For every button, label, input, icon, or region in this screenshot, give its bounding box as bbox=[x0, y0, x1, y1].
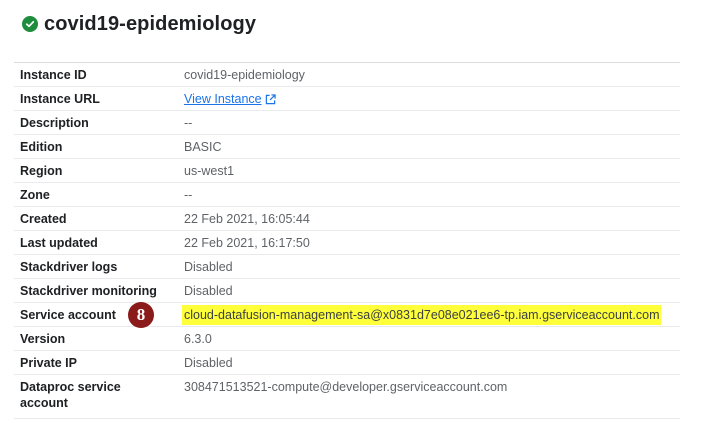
detail-label: Dataproc service account bbox=[20, 380, 121, 410]
detail-label: Description bbox=[20, 116, 89, 130]
service-account-email: cloud-datafusion-management-sa@x0831d7e0… bbox=[182, 305, 662, 325]
detail-label: Stackdriver monitoring bbox=[20, 284, 157, 298]
detail-row-description: Description -- bbox=[14, 111, 680, 135]
detail-value: Disabled bbox=[184, 260, 233, 274]
detail-row-last-updated: Last updated 22 Feb 2021, 16:17:50 bbox=[14, 231, 680, 255]
detail-row-zone: Zone -- bbox=[14, 183, 680, 207]
detail-value: 308471513521-compute@developer.gservicea… bbox=[184, 380, 508, 394]
detail-value: 22 Feb 2021, 16:05:44 bbox=[184, 212, 310, 226]
detail-label: Edition bbox=[20, 140, 63, 154]
detail-value: -- bbox=[184, 116, 193, 130]
detail-row-service-account: Service account 8 cloud-datafusion-manag… bbox=[14, 302, 680, 328]
view-instance-link[interactable]: View Instance bbox=[184, 92, 262, 106]
open-in-new-icon[interactable] bbox=[265, 93, 276, 109]
detail-row-private-ip: Private IP Disabled bbox=[14, 351, 680, 375]
detail-row-stackdriver-logs: Stackdriver logs Disabled bbox=[14, 255, 680, 279]
detail-value: cloud-datafusion-management-sa@x0831d7e0… bbox=[178, 303, 680, 325]
detail-value: Disabled bbox=[184, 284, 233, 298]
detail-row-region: Region us-west1 bbox=[14, 159, 680, 183]
step-marker-badge: 8 bbox=[128, 302, 154, 328]
detail-row-stackdriver-monitoring: Stackdriver monitoring Disabled bbox=[14, 279, 680, 303]
detail-label: Created bbox=[20, 212, 67, 226]
detail-label-text: Service account bbox=[20, 308, 116, 322]
page-title: covid19-epidemiology bbox=[44, 12, 257, 35]
detail-row-instance-id: Instance ID covid19-epidemiology bbox=[14, 63, 680, 87]
detail-value: covid19-epidemiology bbox=[184, 68, 305, 82]
detail-value: View Instance bbox=[178, 87, 680, 109]
detail-value: us-west1 bbox=[184, 164, 235, 178]
detail-label: Stackdriver logs bbox=[20, 260, 118, 274]
detail-row-version: Version 6.3.0 bbox=[14, 327, 680, 351]
check-circle-icon bbox=[22, 16, 38, 32]
detail-label: Instance URL bbox=[20, 92, 100, 106]
detail-value: 22 Feb 2021, 16:17:50 bbox=[184, 236, 310, 250]
detail-value: BASIC bbox=[184, 140, 222, 154]
detail-label: Service account 8 bbox=[14, 302, 178, 328]
detail-value: -- bbox=[184, 188, 193, 202]
detail-label: Zone bbox=[20, 188, 50, 202]
instance-details-table: Instance ID covid19-epidemiology Instanc… bbox=[14, 62, 680, 419]
detail-label: Region bbox=[20, 164, 63, 178]
detail-row-instance-url: Instance URL View Instance bbox=[14, 87, 680, 111]
detail-value: Disabled bbox=[184, 356, 233, 370]
header: covid19-epidemiology bbox=[22, 10, 256, 38]
detail-label: Instance ID bbox=[20, 68, 87, 82]
detail-label: Last updated bbox=[20, 236, 98, 250]
detail-row-dataproc-service-account: Dataproc service account 308471513521-co… bbox=[14, 375, 680, 419]
detail-value: 6.3.0 bbox=[184, 332, 212, 346]
detail-row-edition: Edition BASIC bbox=[14, 135, 680, 159]
detail-row-created: Created 22 Feb 2021, 16:05:44 bbox=[14, 207, 680, 231]
detail-label: Version bbox=[20, 332, 66, 346]
detail-label: Private IP bbox=[20, 356, 77, 370]
